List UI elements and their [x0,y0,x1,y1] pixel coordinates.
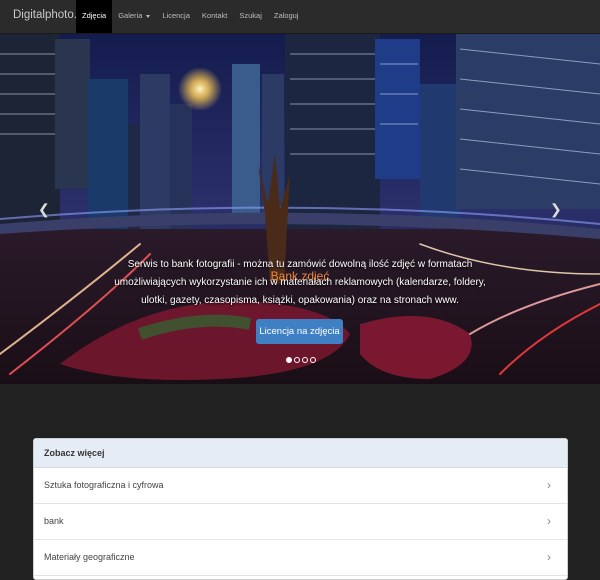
carousel-indicator[interactable] [310,357,316,363]
list-item-materialy[interactable]: Materiały geograficzne › [34,540,567,576]
chevron-right-icon: › [547,514,551,528]
main-nav: Zdjęcia Galeria Licencja Kontakt Szukaj … [76,0,304,33]
nav-item-galeria[interactable]: Galeria [112,0,156,33]
license-button[interactable]: Licencja na zdjęcia [256,319,343,344]
hero-description: Serwis to bank fotografii - można tu zam… [114,259,486,306]
list-item-sztuka[interactable]: Sztuka fotograficzna i cyfrowa › [34,468,567,504]
list-item-label: bank [44,516,64,526]
carousel-prev-icon[interactable]: ❮ [38,201,50,218]
caret-down-icon [146,14,151,18]
carousel-next-icon[interactable]: ❯ [550,201,562,218]
nav-item-zaloguj[interactable]: Zaloguj [268,0,305,33]
list-item-label: Sztuka fotograficzna i cyfrowa [44,480,164,490]
nav-item-galeria-label: Galeria [118,11,143,20]
brand-logo[interactable]: Digitalphoto.pl [13,9,86,21]
chevron-right-icon: › [547,550,551,564]
see-more-panel: Zobacz więcej Sztuka fotograficzna i cyf… [33,438,568,580]
carousel-indicator[interactable] [302,357,308,363]
carousel-indicators [286,357,316,363]
carousel-indicator[interactable] [286,357,292,363]
list-item-label: Materiały geograficzne [44,552,135,562]
nav-item-licencja[interactable]: Licencja [156,0,196,33]
nav-item-szukaj[interactable]: Szukaj [233,0,268,33]
nav-item-kontakt[interactable]: Kontakt [196,0,233,33]
list-item-bank[interactable]: bank › [34,504,567,540]
hero-carousel: ❮ ❯ Bank zdjęć Serwis to bank fotografii… [0,34,600,384]
nav-item-zdjecia[interactable]: Zdjęcia [76,0,113,33]
navbar: Digitalphoto.pl Zdjęcia Galeria Licencja… [0,0,600,34]
panel-heading: Zobacz więcej [34,439,567,468]
carousel-indicator[interactable] [294,357,300,363]
chevron-right-icon: › [547,478,551,492]
